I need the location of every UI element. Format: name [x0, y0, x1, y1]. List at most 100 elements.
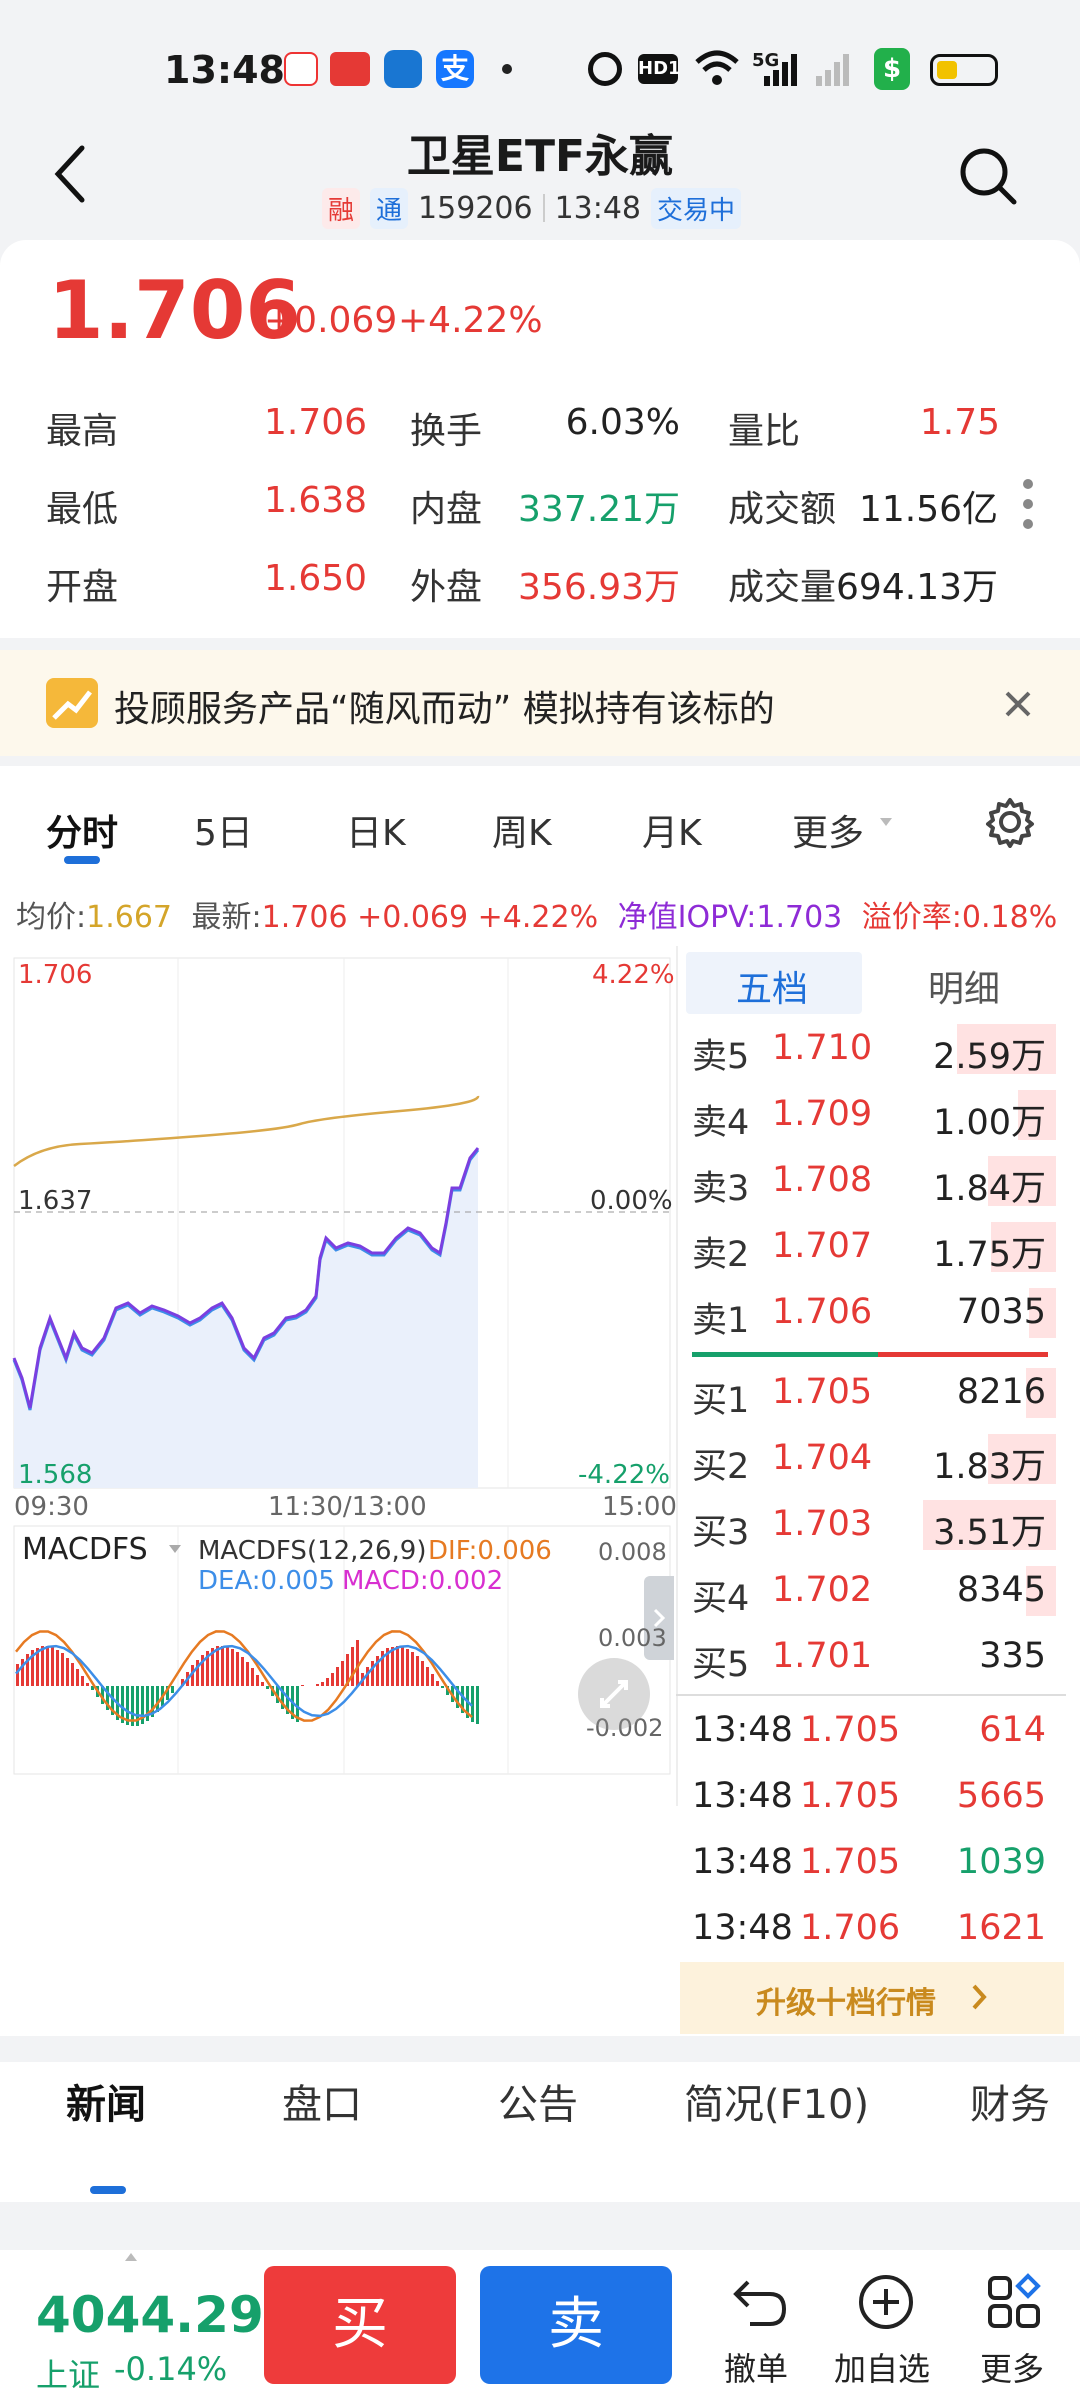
time-start: 09:30 [14, 1492, 89, 1522]
macd-bar [66, 1658, 69, 1686]
fullscreen-button[interactable] [578, 1658, 650, 1730]
asks-level-row[interactable]: 卖5 1.710 2.59万 [676, 1018, 1056, 1084]
macd-bar [421, 1661, 424, 1686]
asks-level-row[interactable]: 卖4 1.709 1.00万 [676, 1084, 1056, 1150]
macd-bar [436, 1681, 439, 1686]
macd-bar [426, 1667, 429, 1686]
level-label: 卖1 [692, 1301, 750, 1341]
macd-bar [246, 1662, 249, 1686]
tab-indicator [64, 856, 100, 864]
macd-bar [401, 1647, 404, 1686]
level-volume: 335 [979, 1636, 1046, 1676]
chart-high-pct: 4.22% [592, 960, 675, 990]
macd-value: MACD:0.002 [342, 1566, 504, 1596]
bids-level-row[interactable]: 买2 1.704 1.83万 [676, 1428, 1056, 1494]
level-label: 买3 [692, 1513, 750, 1553]
news-tab-indicator [90, 2186, 126, 2194]
macd-y-mid: 0.003 [598, 1624, 667, 1652]
level-price: 1.704 [772, 1438, 873, 1478]
macd-bar [171, 1686, 174, 1693]
latest-label: 最新: [191, 900, 262, 935]
bids-level-row[interactable]: 买1 1.705 8216 [676, 1362, 1056, 1428]
buy-button[interactable]: 买 [264, 2266, 456, 2384]
add-watchlist-label[interactable]: 加自选 [834, 2344, 930, 2390]
app-icon-1 [284, 52, 318, 86]
undo-icon[interactable] [730, 2274, 790, 2330]
tab-profile-f10[interactable]: 简况(F10) [684, 2072, 869, 2130]
bids-level-row[interactable]: 买3 1.703 3.51万 [676, 1494, 1056, 1560]
level-volume: 3.51万 [933, 1513, 1046, 1553]
add-watchlist-icon[interactable] [856, 2272, 916, 2332]
more-vertical-icon[interactable] [1018, 476, 1038, 532]
index-value[interactable]: 4044.29 [36, 2286, 264, 2344]
stat-label: 换手 [410, 411, 483, 452]
alipay-icon: 支 [436, 50, 474, 88]
tab-day-k[interactable]: 日K [346, 804, 406, 856]
bottom-action-bar: 4044.29 上证 -0.14% 买 卖 撤单 加自选 更多 [0, 2250, 1080, 2400]
banner-text: 投顾服务产品“随风而动” 模拟持有该标的 [114, 689, 775, 730]
stats-row: 开盘 1.650 外盘 356.93万 成交量 694.13万 [0, 542, 1080, 620]
bids-level-row[interactable]: 买4 1.702 8345 [676, 1560, 1056, 1626]
stat-value: 694.13万 [836, 567, 998, 608]
tab-week-k[interactable]: 周K [492, 804, 552, 856]
macd-bar [391, 1647, 394, 1686]
level-price: 1.708 [772, 1160, 873, 1200]
more-grid-icon[interactable] [984, 2272, 1044, 2332]
chevron-right-icon [972, 1984, 987, 2010]
tab-five-levels[interactable]: 五档 [736, 960, 808, 1012]
macd-bar [396, 1646, 399, 1686]
tab-announcements[interactable]: 公告 [498, 2072, 578, 2130]
settings-gear-icon[interactable] [984, 796, 1036, 848]
level-volume: 7035 [956, 1292, 1046, 1332]
stat-value: 356.93万 [518, 567, 680, 608]
macd-bar [356, 1640, 359, 1686]
sell-button[interactable]: 卖 [480, 2266, 672, 2384]
cancel-order-label[interactable]: 撤单 [724, 2344, 788, 2390]
promo-banner[interactable]: 投顾服务产品“随风而动” 模拟持有该标的 [0, 650, 1080, 756]
tab-details[interactable]: 明细 [928, 960, 1000, 1012]
macd-bar [226, 1647, 229, 1686]
trade-tick-row: 13:48 1.705 1039 [676, 1834, 1056, 1900]
tab-more[interactable]: 更多 [792, 804, 864, 856]
search-icon[interactable] [958, 146, 1018, 206]
asks-level-row[interactable]: 卖3 1.708 1.84万 [676, 1150, 1056, 1216]
macd-indicator-select[interactable]: MACDFS [22, 1532, 148, 1567]
chart-prev-close: 1.637 [18, 1186, 93, 1216]
tab-5day[interactable]: 5日 [194, 804, 253, 856]
status-time: 13:48 [164, 48, 285, 92]
level-price: 1.705 [772, 1372, 873, 1412]
asks-level-row[interactable]: 卖2 1.707 1.75万 [676, 1216, 1056, 1282]
tab-order-book[interactable]: 盘口 [282, 2072, 362, 2130]
security-shield-icon: $ [874, 48, 910, 90]
level-label: 卖4 [692, 1103, 750, 1143]
intraday-chart[interactable] [0, 946, 676, 2036]
chart-low-pct: -4.22% [578, 1460, 670, 1490]
stat-label: 最低 [46, 489, 119, 530]
upgrade-banner[interactable]: 升级十档行情 [680, 1962, 1064, 2034]
tab-intraday[interactable]: 分时 [46, 804, 118, 856]
hd-icon: HD1 [638, 54, 681, 84]
stats-row: 最高 1.706 换手 6.03% 量比 1.75 [0, 386, 1080, 464]
upgrade-label: 升级十档行情 [756, 1986, 936, 2021]
caret-down-icon [169, 1545, 181, 1553]
close-icon[interactable] [1004, 690, 1032, 718]
tick-time: 13:48 [692, 1842, 793, 1882]
bids-level-row[interactable]: 买5 1.701 335 [676, 1626, 1056, 1692]
macd-bar [156, 1686, 159, 1712]
alarm-icon [588, 52, 622, 86]
tab-month-k[interactable]: 月K [642, 804, 702, 856]
tab-finance[interactable]: 财务 [970, 2072, 1050, 2130]
chart-low-price: 1.568 [18, 1460, 93, 1490]
more-label[interactable]: 更多 [980, 2344, 1044, 2390]
tab-news[interactable]: 新闻 [66, 2072, 146, 2130]
nav-bar: 卫星ETF永赢 融 通 159206 13:48 交易中 [0, 110, 1080, 240]
macd-bar [476, 1686, 479, 1724]
stat-value: 1.650 [264, 558, 368, 599]
stat-label: 外盘 [410, 567, 483, 608]
asks-level-row[interactable]: 卖1 1.706 7035 [676, 1282, 1056, 1348]
level-price: 1.707 [772, 1226, 873, 1266]
macd-bar [16, 1664, 19, 1686]
chart-info-line: 均价:1.667 最新:1.706 +0.069 +4.22% 净值IOPV:1… [16, 892, 1057, 936]
stat-label: 最高 [46, 411, 119, 452]
level-volume: 8345 [956, 1570, 1046, 1610]
